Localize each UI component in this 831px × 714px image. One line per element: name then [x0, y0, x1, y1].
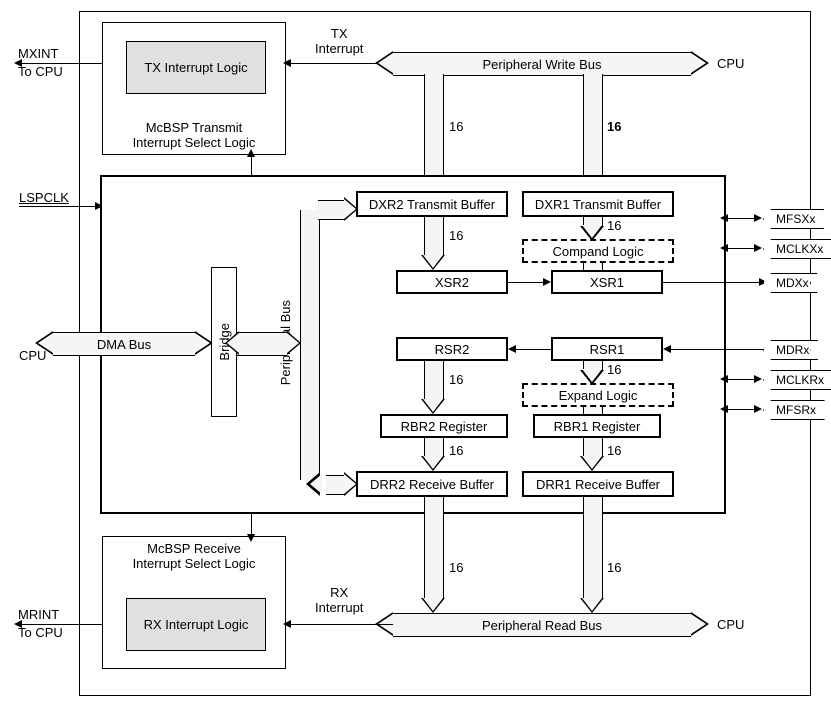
w16-5: 16 — [449, 372, 463, 387]
expand-block: Expand Logic — [522, 383, 674, 407]
rx-int-arrow — [283, 620, 291, 628]
mrint-sub-label: To CPU — [18, 625, 63, 640]
rx-int-line — [287, 624, 393, 625]
pin-mdxx: MDXx — [763, 273, 818, 293]
pin-mfsxx: MFSXx — [763, 209, 824, 229]
w16-10: 16 — [607, 560, 621, 575]
peripheral-write-bus: Peripheral Write Bus — [393, 52, 691, 76]
lspclk-label: LSPCLK — [19, 190, 69, 205]
xsr2-block: XSR2 — [396, 270, 508, 294]
rbr1-block: RBR1 Register — [533, 414, 661, 438]
w16-3: 16 — [449, 228, 463, 243]
lspclk-line — [19, 206, 99, 207]
xsr1-block: XSR1 — [551, 270, 663, 294]
drr2-block: DRR2 Receive Buffer — [356, 471, 508, 497]
mxint-sub-label: To CPU — [18, 64, 63, 79]
rsr2-block: RSR2 — [396, 337, 508, 361]
write-bus-v1 — [424, 74, 444, 176]
tx-int-arrow — [283, 59, 291, 67]
w16-2: 16 — [607, 119, 621, 134]
rx-select-label: McBSP Receive Interrupt Select Logic — [133, 541, 256, 571]
rx-interrupt-logic: RX Interrupt Logic — [126, 598, 266, 651]
mrint-label: MRINT — [18, 607, 59, 622]
drr1-block: DRR1 Receive Buffer — [522, 471, 674, 497]
w16-8: 16 — [607, 443, 621, 458]
pin-mfsrx: MFSRx — [763, 400, 825, 420]
w16-1: 16 — [449, 119, 463, 134]
tx-interrupt-logic: TX Interrupt Logic — [126, 41, 266, 94]
rbr2-block: RBR2 Register — [380, 414, 508, 438]
pin-mdrx: MDRx — [763, 340, 818, 360]
pin-mclkxx: MCLKXx — [763, 239, 831, 259]
bridge-to-pbus — [237, 332, 287, 356]
dma-bus: DMA Bus — [53, 332, 195, 356]
w16-9: 16 — [449, 560, 463, 575]
mxint-label: MXINT — [18, 46, 58, 61]
tx-to-core-arrow — [247, 149, 255, 157]
tx-interrupt-label: TX Interrupt — [315, 26, 363, 56]
peripheral-bus-v — [300, 210, 320, 480]
w16-6: 16 — [607, 362, 621, 377]
write-bus-v2 — [583, 74, 603, 176]
w16-4: 16 — [607, 218, 621, 233]
dxr1-block: DXR1 Transmit Buffer — [522, 191, 674, 217]
dxr2-block: DXR2 Transmit Buffer — [356, 191, 508, 217]
pin-mclkrx: MCLKRx — [763, 370, 831, 390]
rx-interrupt-label: RX Interrupt — [315, 585, 363, 615]
cpu-top-right: CPU — [717, 56, 744, 71]
w16-7: 16 — [449, 443, 463, 458]
tx-select-label: McBSP Transmit Interrupt Select Logic — [133, 120, 256, 150]
tx-to-core-line — [251, 155, 252, 175]
core-to-rx-arrow — [247, 534, 255, 542]
compand-block: Compand Logic — [522, 239, 674, 263]
core-to-rx-line — [251, 514, 252, 536]
peripheral-read-bus: Peripheral Read Bus — [393, 613, 691, 637]
cpu-bottom-right: CPU — [717, 617, 744, 632]
cpu-left-label: CPU — [19, 348, 46, 363]
diagram-canvas: MXINT To CPU McBSP Transmit Interrupt Se… — [0, 0, 831, 714]
rsr1-block: RSR1 — [551, 337, 663, 361]
